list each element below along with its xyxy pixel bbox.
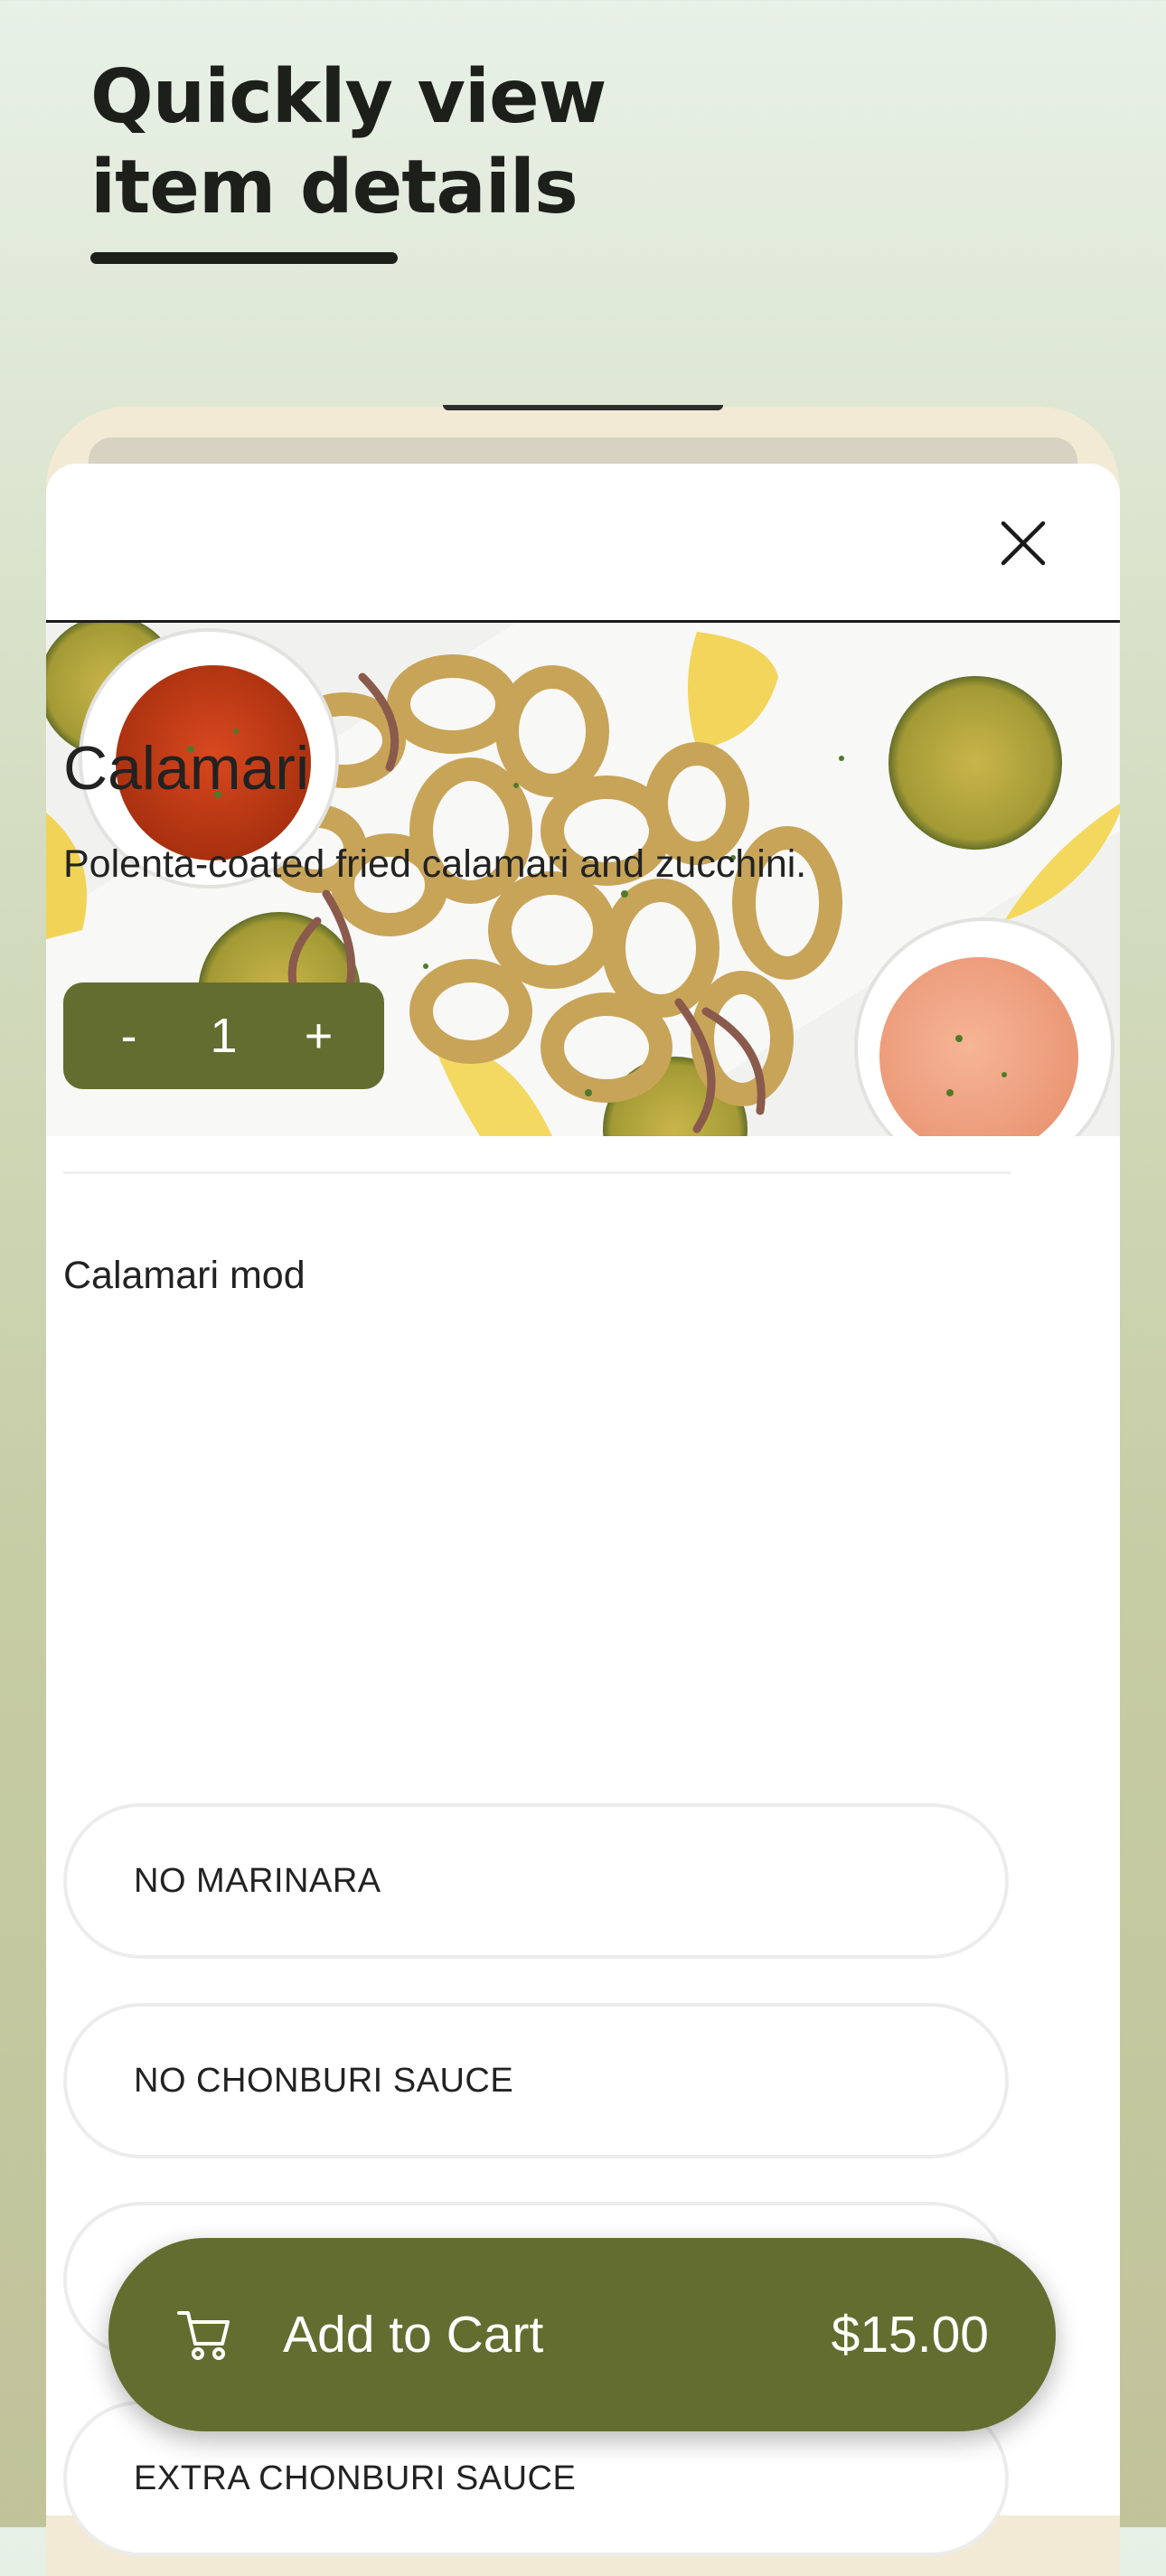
modifier-option[interactable]: NO MARINARA bbox=[63, 1803, 1009, 1959]
modifier-option-label: NO CHONBURI SAUCE bbox=[134, 2061, 514, 2100]
sheet-header bbox=[46, 464, 1120, 623]
promo-headline: Quickly view item details bbox=[90, 54, 607, 230]
item-name: Calamari bbox=[63, 734, 310, 803]
add-to-cart-button[interactable]: Add to Cart $15.00 bbox=[108, 2238, 1056, 2431]
modifier-option[interactable]: NO CHONBURI SAUCE bbox=[63, 2003, 1009, 2158]
close-icon bbox=[1001, 521, 1046, 566]
close-button[interactable] bbox=[991, 511, 1056, 576]
phone-notch bbox=[443, 405, 723, 410]
item-description: Polenta-coated fried calamari and zucchi… bbox=[63, 842, 807, 886]
increase-quantity-button[interactable]: + bbox=[292, 1008, 346, 1064]
cart-total-price: $15.00 bbox=[831, 2306, 989, 2364]
modifier-option-label: NO MARINARA bbox=[134, 1861, 381, 1900]
quantity-stepper: - 1 + bbox=[63, 982, 384, 1089]
shopping-cart-icon bbox=[177, 2311, 230, 2360]
headline-underline bbox=[90, 252, 398, 264]
modifier-option-label: EXTRA CHONBURI SAUCE bbox=[134, 2458, 577, 2497]
quantity-value: 1 bbox=[210, 1009, 238, 1063]
decrease-quantity-button[interactable]: - bbox=[102, 1008, 156, 1064]
add-to-cart-label: Add to Cart bbox=[283, 2306, 544, 2364]
modifier-group-title: Calamari mod bbox=[63, 1254, 306, 1297]
section-divider bbox=[63, 1171, 1011, 1174]
